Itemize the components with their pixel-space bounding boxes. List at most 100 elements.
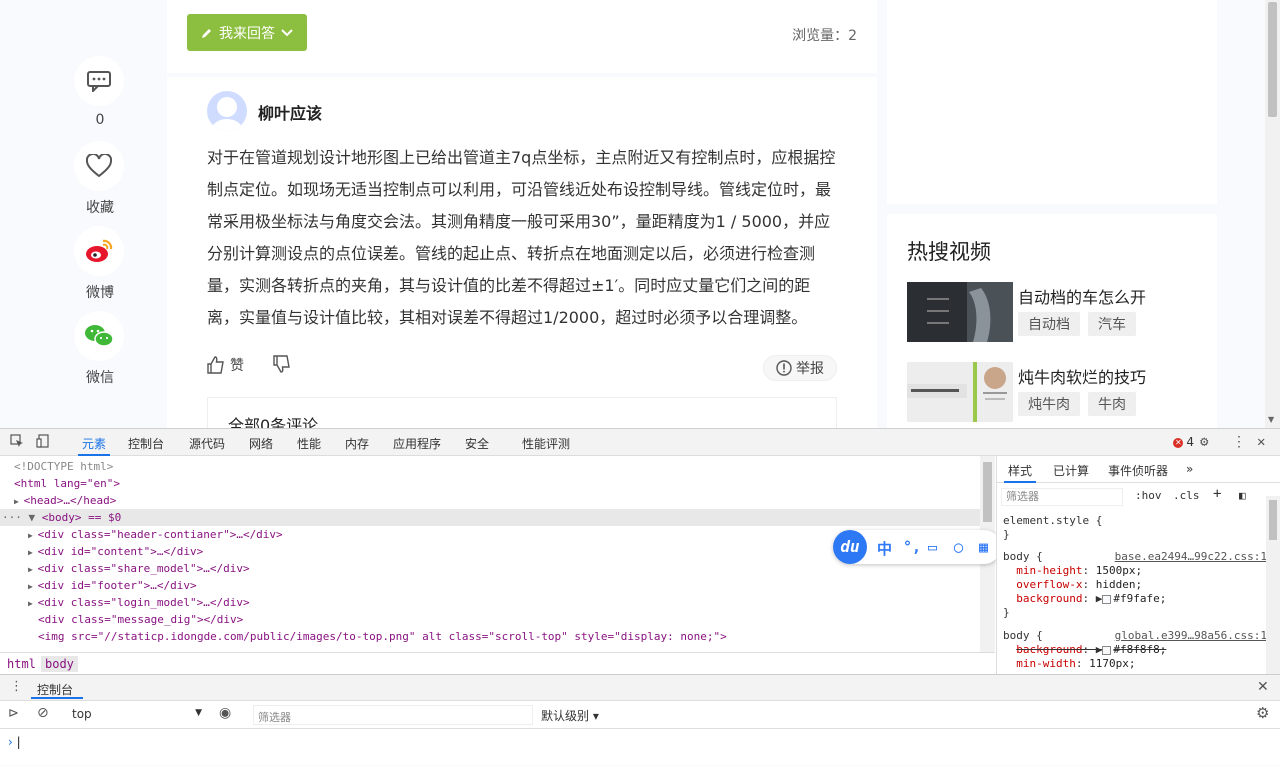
dom-node[interactable]: ▶ <div class="share_model">…</div> [0,560,980,577]
drawer-menu-icon[interactable]: ⋮ [10,679,23,694]
skin-icon[interactable]: ▭ [928,538,937,556]
tab-sources[interactable]: 源代码 [189,435,225,452]
ime-toolbar[interactable]: du 中 °, ▭ ◯ ▦ [833,530,1001,564]
video-tag[interactable]: 汽车 [1088,312,1136,336]
dom-node[interactable]: ▶ <div id="footer">…</div> [0,577,980,594]
dom-node[interactable]: <div class="message_dig"></div> [0,611,980,628]
log-level-select[interactable]: 默认级别 ▾ [541,707,599,724]
like-button[interactable]: 赞 [207,355,244,375]
context-select[interactable]: top ▼ [64,705,204,725]
video-thumbnail[interactable] [907,282,1013,342]
answer-button[interactable]: 我来回答 [187,14,307,51]
error-count: 4 [1186,435,1194,449]
avatar[interactable] [207,91,247,131]
dom-node[interactable]: <html lang="en"> [0,475,980,492]
sidebar-toggle-icon[interactable]: ⊳ [8,706,19,721]
css-rule[interactable]: body {global.e399…98a56.css:1 background… [1003,629,1271,671]
video-item[interactable]: 自动档的车怎么开 自动档 汽车 [907,282,1207,344]
more-tabs-icon[interactable]: » [1186,462,1193,476]
chinese-mode-icon[interactable]: 中 [877,538,892,559]
video-thumbnail[interactable] [907,362,1013,422]
error-icon: ✕ [1173,437,1184,448]
answer-line: 量，实测各转折点的夹角，其与设计值的比差不得超过±1′。同时应丈量它们之间的距 [207,276,811,295]
user-icon[interactable]: ◯ [954,538,963,556]
comment-count: 0 [95,112,105,128]
comment-count-button[interactable]: 0 [74,56,126,128]
toggle-sidebar-icon[interactable]: ◧ [1239,489,1246,502]
answer-line: 分别计算测设点的点位误差。管线的起止点、转折点在地面测定以后，必须进行检查测 [207,244,816,263]
tab-computed[interactable]: 已计算 [1053,462,1089,479]
devtools-panel: 元素 控制台 源代码 网络 性能 内存 应用程序 安全 性能评测 ✕ 4 ⚙ ⋮ … [0,428,1280,765]
css-source-link[interactable]: base.ea2494…99c22.css:1 [1115,550,1267,564]
comments-section: 全部0条评论 [207,397,837,428]
new-rule-icon[interactable]: + [1213,486,1221,502]
settings-gear-icon[interactable]: ⚙ [1200,434,1208,450]
console-filter-input[interactable]: 筛选器 [253,705,533,725]
answer-line: 制点定位。如现场无适当控制点可以利用，可沿管线近处布设控制导线。管线定位时，最 [207,180,832,199]
author-name[interactable]: 柳叶应该 [258,100,322,124]
console-prompt[interactable]: › | [8,735,21,749]
dom-breadcrumb: html body [0,652,995,674]
weibo-label: 微博 [86,285,114,301]
video-title[interactable]: 自动档的车怎么开 [1018,284,1146,308]
wechat-icon [85,325,114,347]
more-options-icon[interactable]: ⋮ [1232,434,1246,450]
styles-scrollbar[interactable] [1266,496,1280,674]
tab-network[interactable]: 网络 [249,435,273,452]
grid-menu-icon[interactable]: ▦ [979,538,988,556]
ad-placeholder [887,0,1217,204]
share-wechat-button[interactable]: 微信 [74,311,126,387]
css-source-link[interactable]: global.e399…98a56.css:1 [1115,629,1267,643]
close-devtools-icon[interactable]: ✕ [1257,434,1265,450]
dom-node-selected[interactable]: ··· ▼ <body> == $0 [0,509,980,526]
web-page: ▼ 0 收藏 微博 微信 我来回答 浏览量：2 柳叶应该 对于在管道规划设计地形… [0,0,1280,428]
error-count-badge[interactable]: ✕ 4 [1173,435,1194,449]
dom-node[interactable]: ▶ <head>…</head> [0,492,980,509]
baidu-ime-logo-icon[interactable]: du [833,530,867,564]
breadcrumb-html[interactable]: html [3,656,40,672]
tab-application[interactable]: 应用程序 [393,435,441,452]
favorite-button[interactable]: 收藏 [74,141,126,217]
dom-node[interactable]: ▶ <div class="login_model">…</div> [0,594,980,611]
tab-event-listeners[interactable]: 事件侦听器 [1108,462,1168,479]
tab-memory[interactable]: 内存 [345,435,369,452]
thumbs-up-icon [207,356,224,374]
tab-performance[interactable]: 性能 [297,435,321,452]
video-item[interactable]: 炖牛肉软烂的技巧 炖牛肉 牛肉 [907,362,1207,424]
dislike-button[interactable] [273,355,291,373]
console-settings-icon[interactable]: ⚙ [1256,704,1269,722]
comment-icon [87,71,111,92]
punctuation-icon[interactable]: °, [903,538,921,556]
dom-node[interactable]: <img src="//staticp.idongde.com/public/i… [0,628,980,645]
drawer-tab-console[interactable]: 控制台 [37,681,73,698]
clear-console-icon[interactable]: ⊘ [37,705,49,721]
report-button[interactable]: 举报 [763,355,837,381]
tab-console[interactable]: 控制台 [128,435,164,452]
close-drawer-icon[interactable]: ✕ [1257,679,1269,695]
cls-toggle[interactable]: .cls [1173,489,1200,502]
tab-elements[interactable]: 元素 [77,435,111,456]
share-weibo-button[interactable]: 微博 [74,226,126,302]
video-title[interactable]: 炖牛肉软烂的技巧 [1018,364,1146,388]
devtools-toolbar: 元素 控制台 源代码 网络 性能 内存 应用程序 安全 性能评测 ✕ 4 ⚙ ⋮ … [0,429,1280,456]
video-tag[interactable]: 自动档 [1018,312,1080,336]
hot-videos-title: 热搜视频 [907,240,991,264]
hov-toggle[interactable]: :hov [1135,489,1162,502]
chevron-down-icon [281,28,293,36]
page-scrollbar[interactable]: ▼ [1265,0,1280,428]
pencil-icon [202,28,211,38]
element-style-rule[interactable]: element.style {} [1003,514,1271,542]
dom-node[interactable]: <!DOCTYPE html> [0,458,980,475]
inspect-element-icon[interactable] [10,434,24,452]
tab-styles[interactable]: 样式 [1003,462,1037,483]
video-tag[interactable]: 炖牛肉 [1018,392,1080,416]
breadcrumb-body[interactable]: body [41,656,78,672]
tab-security[interactable]: 安全 [465,435,489,452]
eye-icon[interactable]: ◉ [219,705,231,721]
video-tag[interactable]: 牛肉 [1088,392,1136,416]
css-rule[interactable]: body {base.ea2494…99c22.css:1 min-height… [1003,550,1271,620]
tab-lighthouse[interactable]: 性能评测 [522,435,570,452]
styles-filter-input[interactable]: 筛选器 [1001,488,1123,506]
answer-actions: 赞 举报 [207,355,837,381]
device-toolbar-icon[interactable] [36,434,50,452]
